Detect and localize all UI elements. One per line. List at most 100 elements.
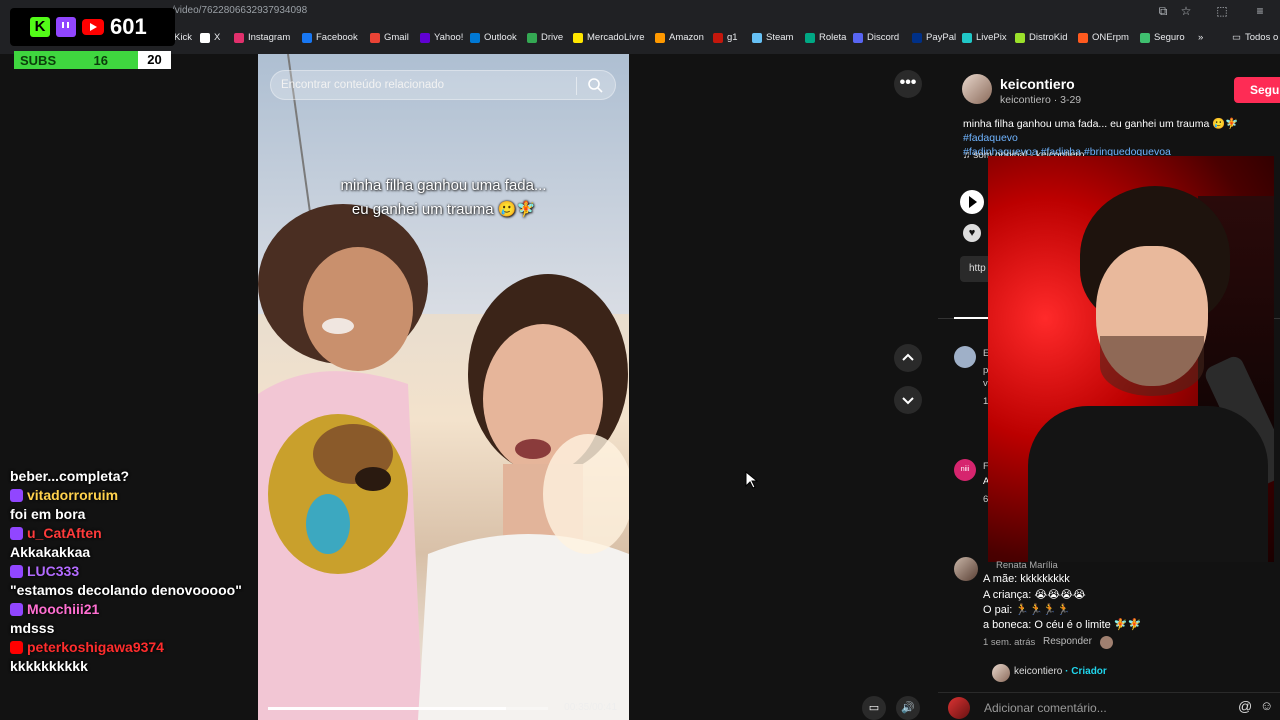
- bookmark-favicon-icon: [200, 32, 210, 43]
- bookmark-onerpm[interactable]: ONErpm: [1078, 32, 1129, 43]
- comment-author[interactable]: Renata Marília: [996, 560, 1058, 571]
- bookmark-favicon-icon: [234, 32, 244, 43]
- chat-message: Akkakakkaa: [10, 544, 91, 560]
- video-frame: [258, 54, 629, 720]
- bookmark-outlook[interactable]: Outlook: [470, 32, 517, 43]
- next-video-button[interactable]: [894, 386, 922, 414]
- bookmark-g1[interactable]: g1: [713, 32, 738, 43]
- cursor-icon: [745, 471, 759, 489]
- bookmark-label: Kick: [174, 32, 192, 43]
- all-bookmarks-folder[interactable]: ▭ Todos o: [1232, 32, 1278, 43]
- emoji-icon[interactable]: ☺: [1260, 698, 1273, 713]
- bookmark-facebook[interactable]: Facebook: [302, 32, 358, 43]
- chat-message: mdsss: [10, 620, 55, 636]
- bookmark-distrokid[interactable]: DistroKid: [1015, 32, 1068, 43]
- bookmark-label: Roleta: [819, 32, 847, 43]
- video-progress-bar[interactable]: [268, 707, 548, 710]
- browser-url-bar[interactable]: /video/7622806632937934098 ⧉ ☆ ⬚ ≡: [0, 0, 1280, 24]
- bookmark-x[interactable]: X: [200, 32, 220, 43]
- extensions-icon[interactable]: ⬚: [1214, 3, 1230, 19]
- at-icon[interactable]: @: [1238, 698, 1252, 714]
- pip-button[interactable]: ▭: [862, 696, 886, 720]
- bookmark-label: Seguro: [1154, 32, 1185, 43]
- volume-button[interactable]: 🔊: [896, 696, 920, 720]
- more-options-button[interactable]: •••: [894, 70, 922, 98]
- subs-goal: 20: [147, 52, 162, 67]
- bookmark-label: X: [214, 32, 221, 43]
- kick-icon: K: [30, 17, 50, 37]
- comment-avatar[interactable]: [954, 557, 978, 581]
- search-icon[interactable]: [588, 78, 603, 93]
- bookmark-label: Yahoo!: [434, 32, 464, 43]
- bookmark-livepix[interactable]: LivePix: [962, 32, 1007, 43]
- chevron-up-icon: [902, 353, 914, 361]
- folder-icon: ▭: [1232, 32, 1241, 43]
- reply-avatar[interactable]: [992, 664, 1010, 682]
- url-text[interactable]: /video/7622806632937934098: [172, 5, 307, 16]
- author-avatar[interactable]: [962, 74, 992, 104]
- bookmark-steam[interactable]: Steam: [752, 32, 793, 43]
- related-search-bar[interactable]: Encontrar conteúdo relacionado: [270, 70, 616, 100]
- subs-current: 16: [93, 52, 108, 68]
- bookmark-instagram[interactable]: Instagram: [234, 32, 290, 43]
- bookmark-yahoo[interactable]: Yahoo!: [420, 32, 463, 43]
- viewer-counter: K 601: [10, 8, 175, 46]
- follow-button[interactable]: Seguir: [1234, 77, 1280, 103]
- bookmark-amazon[interactable]: Amazon: [655, 32, 704, 43]
- bookmark-discord[interactable]: Discord: [853, 32, 899, 43]
- bookmark-label: MercadoLivre: [587, 32, 645, 43]
- bookmark-mercadolivre[interactable]: MercadoLivre: [573, 32, 645, 43]
- bookmark-favicon-icon: [1140, 32, 1150, 43]
- bookmark-label: Instagram: [248, 32, 291, 43]
- star-icon[interactable]: ☆: [1178, 3, 1194, 19]
- bookmark-favicon-icon: [1078, 32, 1088, 43]
- comment-avatar[interactable]: [954, 346, 976, 368]
- bookmark-roleta[interactable]: Roleta: [805, 32, 846, 43]
- youtube-icon: [10, 640, 23, 654]
- bookmark-label: DistroKid: [1029, 32, 1068, 43]
- bookmark-seguro[interactable]: Seguro: [1140, 32, 1185, 43]
- bookmark-favicon-icon: [302, 32, 312, 43]
- menu-icon[interactable]: ≡: [1252, 3, 1268, 19]
- chat-username: LUC333: [27, 563, 80, 579]
- youtube-icon: [82, 19, 104, 35]
- chat-username: peterkoshigawa9374: [27, 639, 164, 655]
- comment-input[interactable]: Adicionar comentário...: [984, 701, 1107, 715]
- bookmark-label: Gmail: [384, 32, 409, 43]
- bookmarks-overflow-button[interactable]: »: [1198, 32, 1203, 43]
- comment-input-bar[interactable]: Adicionar comentário... @ ☺: [938, 692, 1280, 720]
- comment-line: a boneca: O céu é o limite 🧚🧚: [983, 619, 1142, 631]
- video-player[interactable]: Encontrar conteúdo relacionado minha fil…: [258, 54, 629, 720]
- twitch-icon: [10, 602, 23, 616]
- bookmark-paypal[interactable]: PayPal: [912, 32, 956, 43]
- chat-message: kkkkkkkkkk: [10, 658, 88, 674]
- reply-author[interactable]: keicontiero: [1014, 666, 1062, 677]
- bookmark-label: Amazon: [669, 32, 704, 43]
- chat-message: "estamos decolando denovooooo": [10, 582, 242, 598]
- author-name[interactable]: keicontiero: [1000, 76, 1075, 92]
- chat-username-row: LUC333: [10, 560, 260, 582]
- hashtag[interactable]: #fadaquevo: [963, 132, 1018, 144]
- previous-video-button[interactable]: [894, 344, 922, 372]
- comment-avatar[interactable]: niii: [954, 459, 976, 481]
- bookmark-favicon-icon: [420, 32, 430, 43]
- comment-line: A criança: 😭😭😭😭: [983, 589, 1086, 601]
- subs-progress: SUBS 16: [14, 51, 138, 69]
- subs-goal-bar: SUBS 16 20: [14, 51, 171, 69]
- bookmark-gmail[interactable]: Gmail: [370, 32, 409, 43]
- chat-username-row: Moochiii21: [10, 598, 260, 620]
- reply-button[interactable]: Responder: [1043, 636, 1092, 647]
- bookmark-drive[interactable]: Drive: [527, 32, 563, 43]
- play-icon[interactable]: [960, 190, 984, 214]
- webcam-overlay: [988, 156, 1274, 562]
- chat-message: foi em bora: [10, 506, 86, 522]
- install-icon[interactable]: ⧉: [1155, 3, 1171, 19]
- twitch-icon: [10, 526, 23, 540]
- heart-icon[interactable]: ♥: [963, 224, 981, 242]
- bookmark-favicon-icon: [1015, 32, 1025, 43]
- bookmark-label: Discord: [867, 32, 900, 43]
- subs-label: SUBS: [20, 52, 57, 68]
- reply-row[interactable]: keicontiero · Criador: [1014, 666, 1107, 677]
- bookmarks-bar: Kick X Instagram Facebook Gmail Yahoo! Outlook…: [0, 24, 1280, 54]
- twitch-icon: [10, 564, 23, 578]
